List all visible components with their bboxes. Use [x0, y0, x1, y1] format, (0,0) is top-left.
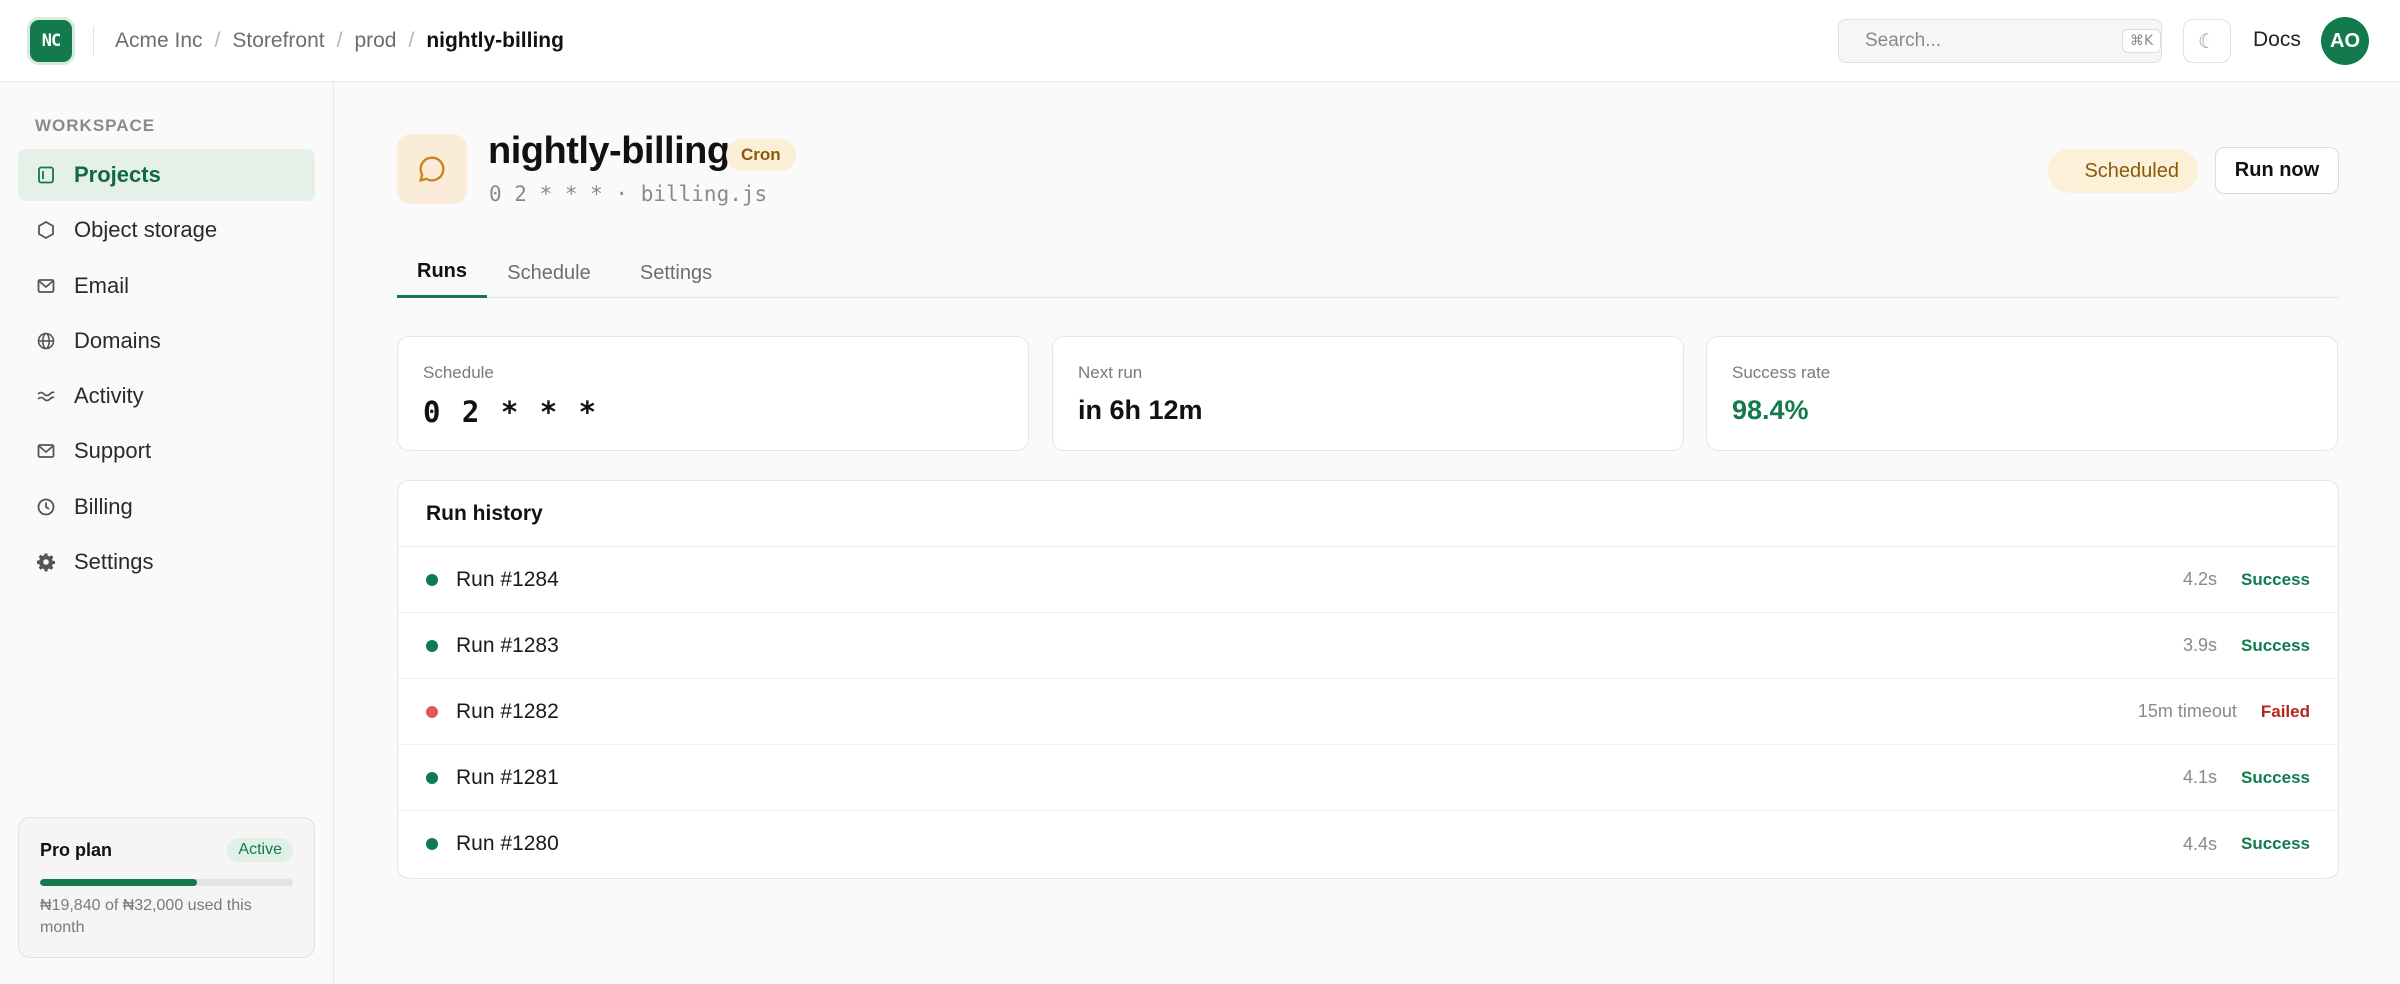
- breadcrumb-item-org[interactable]: Acme Inc: [115, 29, 203, 53]
- sidebar-heading: WORKSPACE: [35, 116, 156, 135]
- run-name: Run #1281: [456, 765, 559, 789]
- status-dot: [426, 771, 438, 784]
- hexagon-icon: [35, 219, 57, 241]
- sidebar-item-projects[interactable]: Projects: [18, 149, 315, 201]
- breadcrumb-separator: /: [214, 29, 221, 52]
- job-icon: [397, 134, 467, 204]
- mail-icon: [35, 440, 57, 462]
- run-now-button[interactable]: Run now: [2215, 147, 2339, 194]
- run-duration: 15m timeout: [2137, 701, 2237, 721]
- plan-usage-fill: [40, 879, 197, 886]
- sidebar: WORKSPACE Projects Object storage Email …: [0, 82, 334, 984]
- sidebar-nav: Projects Object storage Email Domains Ac…: [18, 149, 315, 591]
- run-status: Success: [2241, 635, 2310, 655]
- plan-usage-bar: [40, 879, 293, 886]
- job-subtitle: 0 2 * * * · billing.js: [489, 182, 768, 206]
- stat-card-success-rate: Success rate 98.4%: [1706, 336, 2338, 451]
- search-box[interactable]: ⌘K: [1838, 19, 2162, 63]
- theme-toggle-button[interactable]: ☾: [2183, 19, 2231, 63]
- tab-schedule[interactable]: Schedule: [503, 248, 595, 298]
- plan-usage-text: ₦19,840 of ₦32,000 used this month: [40, 897, 252, 936]
- stat-value: 98.4%: [1732, 395, 1809, 425]
- run-status: Success: [2241, 569, 2310, 589]
- stat-card-next-run: Next run in 6h 12m: [1052, 336, 1684, 451]
- status-dot: [426, 639, 438, 652]
- tab-bar: Runs Schedule Settings: [397, 248, 2339, 298]
- sidebar-item-label: Activity: [74, 383, 144, 409]
- table-row[interactable]: Run #1281 4.1s Success: [398, 745, 2338, 811]
- clock-icon: [35, 496, 57, 518]
- sidebar-item-label: Billing: [74, 493, 133, 519]
- gear-icon: [35, 551, 57, 573]
- run-status: Success: [2241, 767, 2310, 787]
- run-list: Run #1284 4.2s Success Run #1283 3.9s Su…: [398, 547, 2338, 877]
- sidebar-item-label: Projects: [74, 162, 161, 187]
- top-bar: NC Acme Inc / Storefront / prod / nightl…: [0, 0, 2400, 82]
- run-status: Failed: [2260, 701, 2310, 721]
- stat-value: 0 2 * * *: [423, 395, 599, 429]
- run-name: Run #1280: [456, 832, 559, 855]
- breadcrumb-item-project[interactable]: Storefront: [232, 29, 324, 53]
- sidebar-item-settings[interactable]: Settings: [18, 536, 315, 588]
- status-dot: [426, 838, 438, 850]
- activity-wave-icon: [35, 385, 57, 407]
- stat-label: Next run: [1078, 363, 1143, 382]
- sidebar-item-email[interactable]: Email: [18, 260, 315, 312]
- status-dot: [426, 573, 438, 586]
- tab-runs[interactable]: Runs: [397, 248, 487, 298]
- table-row[interactable]: Run #1280 4.4s Success: [398, 811, 2338, 877]
- run-status: Success: [2241, 834, 2310, 853]
- run-duration: 3.9s: [2182, 635, 2217, 655]
- breadcrumb-separator: /: [408, 29, 415, 52]
- run-name: Run #1283: [456, 633, 559, 657]
- breadcrumb: Acme Inc / Storefront / prod / nightly-b…: [115, 0, 564, 82]
- search-input[interactable]: [1865, 30, 2110, 52]
- run-history-title: Run history: [398, 481, 2338, 547]
- mail-icon: [35, 275, 57, 297]
- stat-card-schedule: Schedule 0 2 * * *: [397, 336, 1029, 451]
- sidebar-item-label: Email: [74, 272, 130, 298]
- search-shortcut-hint: ⌘K: [2122, 29, 2162, 53]
- sidebar-item-label: Support: [74, 438, 152, 464]
- run-duration: 4.1s: [2182, 767, 2217, 787]
- sidebar-item-support[interactable]: Support: [18, 425, 315, 477]
- chat-bubble-icon: [419, 156, 445, 182]
- plan-card: Pro plan Active ₦19,840 of ₦32,000 used …: [18, 817, 315, 958]
- table-row[interactable]: Run #1284 4.2s Success: [398, 547, 2338, 613]
- run-history-panel: Run history Run #1284 4.2s Success Run #…: [397, 480, 2339, 879]
- run-duration: 4.4s: [2182, 833, 2217, 854]
- avatar[interactable]: AO: [2321, 17, 2369, 65]
- run-name: Run #1284: [456, 567, 559, 591]
- sidebar-item-label: Object storage: [74, 217, 218, 243]
- topbar-divider: [93, 26, 94, 56]
- sidebar-item-billing[interactable]: Billing: [18, 481, 315, 533]
- run-name: Run #1282: [456, 699, 559, 723]
- stat-label: Schedule: [423, 363, 494, 382]
- breadcrumb-item-env[interactable]: prod: [354, 29, 396, 53]
- stat-value: in 6h 12m: [1078, 395, 1203, 425]
- docs-link[interactable]: Docs: [2253, 28, 2301, 52]
- globe-icon: [35, 330, 57, 352]
- sidebar-item-activity[interactable]: Activity: [18, 370, 315, 422]
- stat-label: Success rate: [1732, 363, 1831, 382]
- breadcrumb-current: nightly-billing: [426, 29, 564, 52]
- projects-icon: [35, 164, 57, 186]
- sidebar-item-label: Domains: [74, 327, 161, 353]
- plan-status-badge: Active: [227, 838, 293, 862]
- sidebar-item-object-storage[interactable]: Object storage: [18, 204, 315, 256]
- moon-icon: ☾: [2198, 29, 2216, 53]
- sidebar-item-label: Settings: [74, 549, 154, 575]
- status-dot: [426, 705, 438, 718]
- job-type-badge: Cron: [726, 139, 796, 171]
- breadcrumb-separator: /: [336, 29, 343, 52]
- run-duration: 4.2s: [2182, 569, 2217, 589]
- sidebar-item-domains[interactable]: Domains: [18, 315, 315, 367]
- table-row[interactable]: Run #1282 15m timeout Failed: [398, 679, 2338, 745]
- plan-name: Pro plan: [40, 839, 113, 860]
- status-badge: Scheduled: [2048, 149, 2198, 193]
- page-title: nightly-billing: [488, 130, 730, 172]
- logo[interactable]: NC: [30, 20, 72, 62]
- tab-settings[interactable]: Settings: [630, 248, 722, 298]
- table-row[interactable]: Run #1283 3.9s Success: [398, 613, 2338, 679]
